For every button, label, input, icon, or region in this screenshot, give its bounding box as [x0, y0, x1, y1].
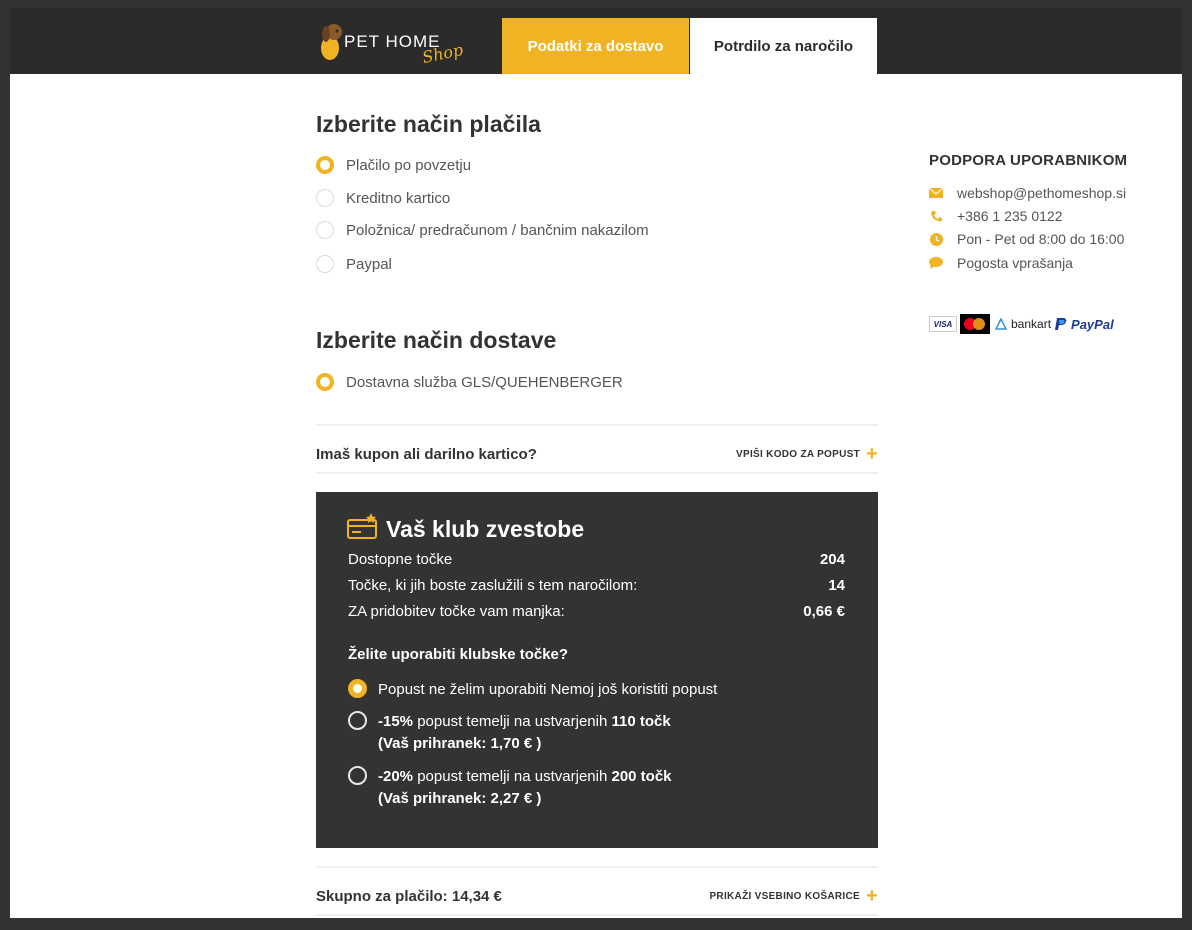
tab-order-confirmation[interactable]: Potrdilo za naročilo — [690, 18, 877, 74]
stat-value: 14 — [828, 577, 845, 594]
pet-home-shop-logo[interactable]: PET HOME Shop — [314, 18, 479, 68]
points-required: 200 točk — [611, 768, 672, 785]
envelope-icon — [929, 186, 943, 200]
enter-coupon-label: VPIŠI KODO ZA POPUST — [736, 448, 861, 460]
bankart-logo: bankart — [1011, 317, 1052, 331]
points-option-none[interactable]: Popust ne želim uporabiti Nemoj još kori… — [348, 679, 717, 701]
stat-value: 0,66 € — [803, 603, 845, 620]
divider — [316, 472, 878, 474]
visa-logo: VISA — [929, 316, 957, 332]
radio-button[interactable] — [316, 255, 334, 273]
divider — [316, 424, 878, 426]
radio-button-selected[interactable] — [316, 373, 334, 391]
points-available-row: Dostopne točke 204 — [348, 551, 845, 568]
payment-option-label: Položnica/ predračunom / bančnim nakazil… — [346, 221, 649, 239]
stat-value: 204 — [819, 551, 845, 568]
points-required: 110 točk — [611, 713, 671, 730]
header-bar: PET HOME Shop Podatki za dostavo Potrdil… — [10, 8, 1182, 74]
points-option-20[interactable]: -20% popust temelji na ustvarjenih 200 t… — [348, 766, 672, 810]
radio-button[interactable] — [348, 766, 367, 785]
show-cart-label: PRIKAŽI VSEBINO KOŠARICE — [709, 890, 861, 902]
support-phone[interactable]: +386 1 235 0122 — [929, 208, 1063, 224]
dog-logo-icon — [321, 24, 342, 60]
clock-icon — [929, 232, 943, 246]
discount-percent: -20% — [378, 768, 414, 785]
loyalty-card-icon — [347, 513, 377, 539]
support-hours: Pon - Pet od 8:00 do 16:00 — [929, 231, 1124, 247]
discount-desc: popust temelji na ustvarjenih — [413, 713, 612, 730]
radio-button[interactable] — [316, 189, 334, 207]
bankart-icon — [995, 318, 1007, 330]
saving-amount: (Vaš prihranek: 2,27 € ) — [378, 790, 542, 807]
radio-button[interactable] — [316, 221, 334, 239]
stat-label: Dostopne točke — [348, 551, 453, 568]
use-points-question: Želite uporabiti klubske točke? — [348, 646, 569, 663]
radio-button-selected[interactable] — [316, 156, 334, 174]
loyalty-club-panel: Vaš klub zvestobe Dostopne točke 204 Toč… — [316, 492, 878, 848]
shipping-option-label: Dostavna služba GLS/QUEHENBERGER — [346, 373, 623, 391]
radio-button-selected[interactable] — [348, 679, 367, 698]
chat-icon — [929, 256, 943, 270]
discount-desc: popust temelji na ustvarjenih — [413, 768, 612, 785]
paypal-logo: PayPal — [1071, 316, 1114, 332]
support-hours-text: Pon - Pet od 8:00 do 16:00 — [957, 231, 1125, 247]
payment-option-label: Paypal — [346, 255, 392, 273]
payment-logos: VISA bankart PayPal — [929, 314, 1114, 334]
total-to-pay: Skupno za plačilo: 14,34 € — [316, 887, 502, 905]
page-frame: PET HOME Shop Podatki za dostavo Potrdil… — [10, 8, 1182, 918]
points-option-text: -15% popust temelji na ustvarjenih 110 t… — [378, 711, 671, 755]
radio-button[interactable] — [348, 711, 367, 730]
payment-option-label: Plačilo po povzetju — [346, 156, 472, 174]
shipping-option-gls[interactable]: Dostavna služba GLS/QUEHENBERGER — [316, 371, 623, 393]
payment-option-credit-card[interactable]: Kreditno kartico — [316, 187, 450, 209]
payment-option-label: Kreditno kartico — [346, 189, 451, 207]
coupon-question: Imaš kupon ali darilno kartico? — [316, 445, 537, 463]
payment-method-title: Izberite način plačila — [316, 111, 541, 137]
payment-option-paypal[interactable]: Paypal — [316, 253, 392, 275]
tab-delivery-details[interactable]: Podatki za dostavo — [502, 18, 689, 74]
support-email-text: webshop@pethomeshop.si — [957, 185, 1127, 201]
enter-coupon-button[interactable]: VPIŠI KODO ZA POPUST + — [736, 444, 878, 464]
discount-percent: -15% — [378, 713, 414, 730]
shipping-method-title: Izberite način dostave — [316, 327, 557, 353]
coupon-row: Imaš kupon ali darilno kartico? VPIŠI KO… — [316, 444, 878, 464]
payment-option-cod[interactable]: Plačilo po povzetju — [316, 154, 471, 176]
points-missing-row: ZA pridobitev točke vam manjka: 0,66 € — [348, 603, 845, 620]
plus-icon: + — [866, 443, 878, 465]
points-option-text: -20% popust temelji na ustvarjenih 200 t… — [378, 766, 672, 810]
total-row: Skupno za plačilo: 14,34 € PRIKAŽI VSEBI… — [316, 886, 878, 906]
stat-label: Točke, ki jih boste zaslužili s tem naro… — [348, 577, 638, 594]
support-faq[interactable]: Pogosta vprašanja — [929, 255, 1073, 271]
stat-label: ZA pridobitev točke vam manjka: — [348, 603, 565, 620]
support-email[interactable]: webshop@pethomeshop.si — [929, 185, 1126, 201]
customer-support-sidebar: PODPORA UPORABNIKOM webshop@pethomeshop.… — [929, 152, 1169, 334]
support-faq-text: Pogosta vprašanja — [957, 255, 1073, 271]
loyalty-club-title: Vaš klub zvestobe — [386, 516, 585, 542]
divider — [316, 866, 878, 868]
show-cart-button[interactable]: PRIKAŽI VSEBINO KOŠARICE + — [709, 886, 878, 906]
plus-icon: + — [866, 885, 878, 907]
paypal-icon — [1055, 318, 1067, 330]
divider — [316, 914, 878, 916]
mastercard-logo — [960, 314, 990, 334]
points-option-label: Popust ne želim uporabiti Nemoj još kori… — [378, 681, 718, 698]
points-earned-row: Točke, ki jih boste zaslužili s tem naro… — [348, 577, 845, 594]
saving-amount: (Vaš prihranek: 1,70 € ) — [378, 735, 542, 752]
support-phone-text: +386 1 235 0122 — [957, 208, 1063, 224]
payment-option-bank-transfer[interactable]: Položnica/ predračunom / bančnim nakazil… — [316, 219, 649, 241]
phone-icon — [929, 209, 943, 223]
points-option-15[interactable]: -15% popust temelji na ustvarjenih 110 t… — [348, 711, 671, 755]
support-title: PODPORA UPORABNIKOM — [929, 152, 1128, 169]
